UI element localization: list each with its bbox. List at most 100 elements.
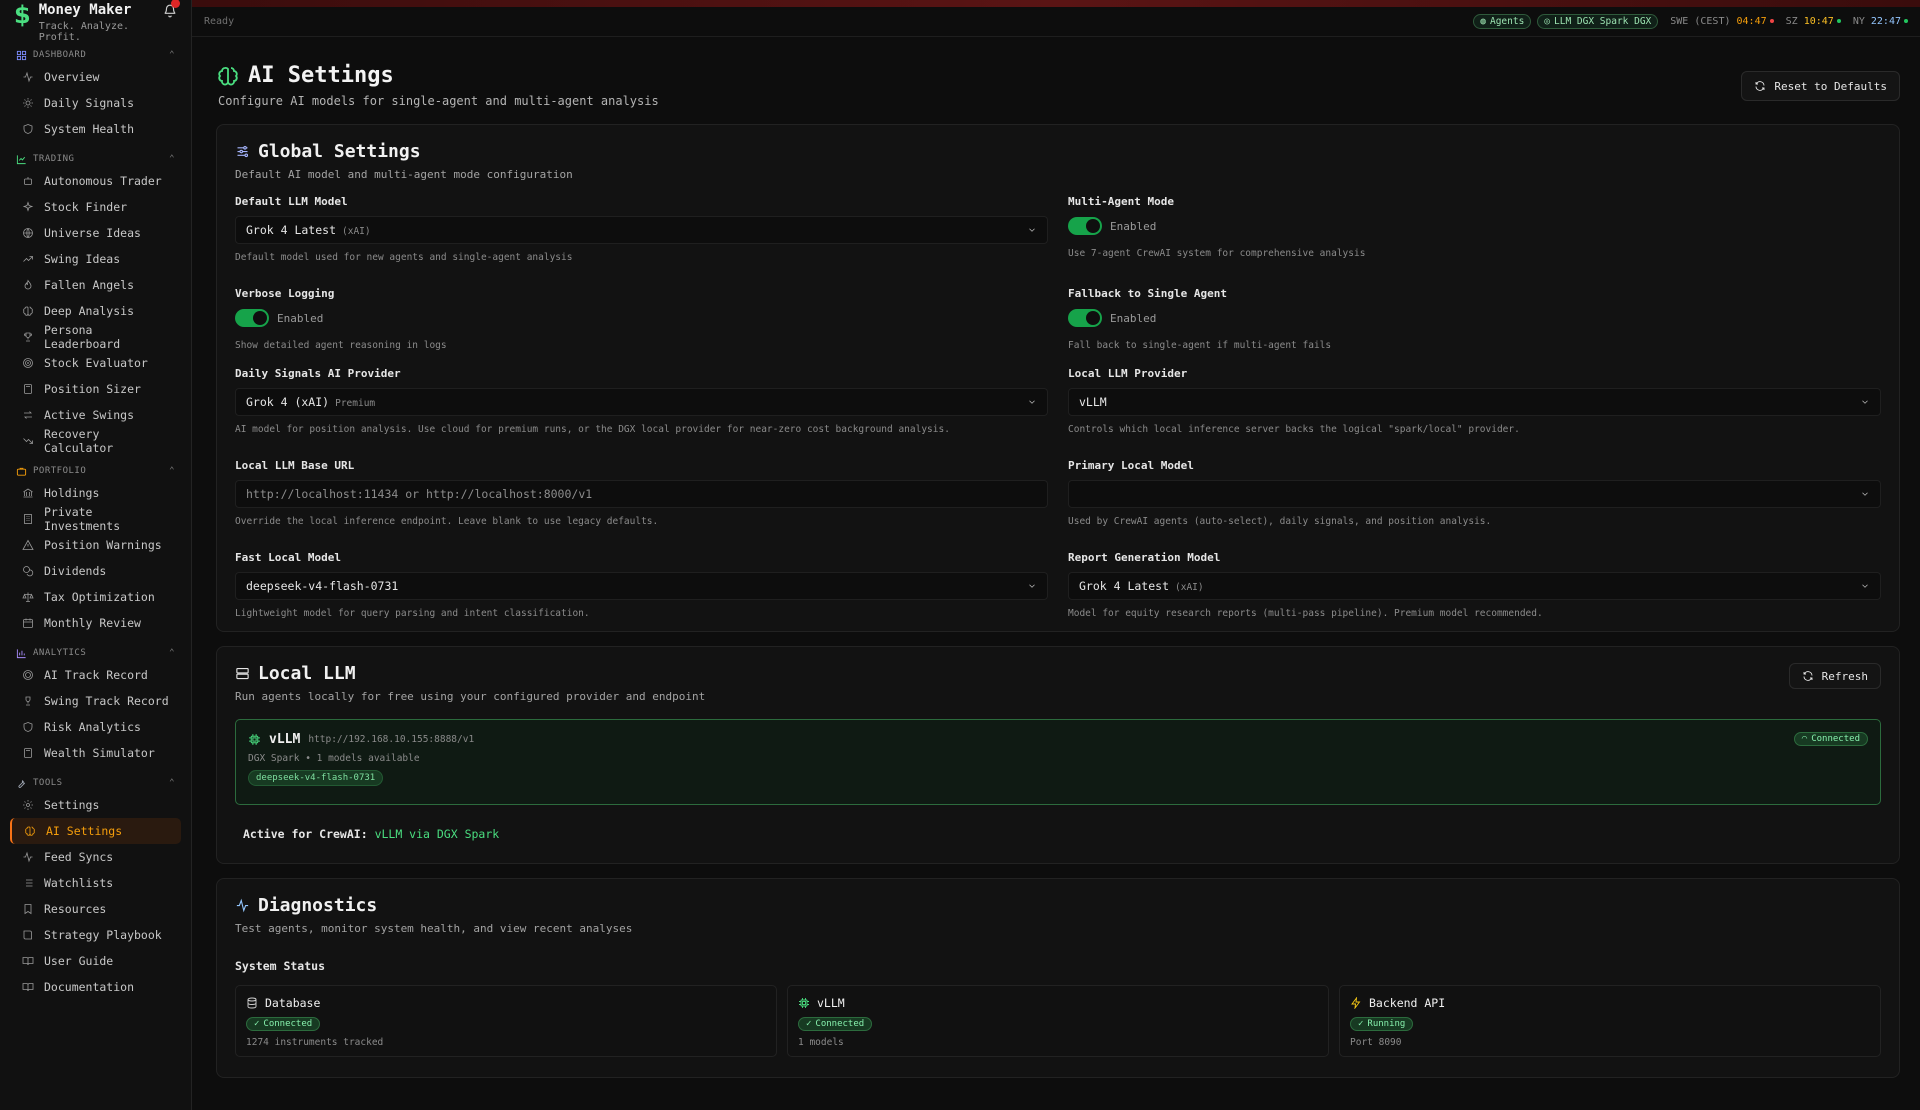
sidebar-item-ai-settings[interactable]: AI Settings xyxy=(10,818,181,844)
shield-icon xyxy=(23,722,33,732)
sidebar-item-tax-optimization[interactable]: Tax Optimization xyxy=(10,584,181,610)
status-card-backend-api: Backend API ✓ Running Port 8090 xyxy=(1339,985,1881,1057)
sidebar-item-ai-track-record[interactable]: AI Track Record xyxy=(10,662,181,688)
llm-server-box[interactable]: vLLM http://192.168.10.155:8888/v1 DGX S… xyxy=(235,719,1881,805)
sidebar-item-system-health[interactable]: System Health xyxy=(10,116,181,142)
card-name: vLLM xyxy=(817,996,845,1010)
status-badge: ✓ Running xyxy=(1350,1017,1414,1031)
verbose-field: Verbose Logging Enabled Show detailed ag… xyxy=(235,287,1048,367)
status-card-vllm: vLLM ✓ Connected 1 models xyxy=(787,985,1329,1057)
sidebar-item-swing-ideas[interactable]: Swing Ideas xyxy=(10,246,181,272)
sidebar-item-dividends[interactable]: Dividends xyxy=(10,558,181,584)
daily-provider-field: Daily Signals AI Provider Grok 4 (xAI) Pr… xyxy=(235,367,1048,459)
sidebar-item-settings[interactable]: Settings xyxy=(10,792,181,818)
activity-icon xyxy=(23,851,33,863)
daily-provider-select[interactable]: Grok 4 (xAI) Premium xyxy=(235,388,1048,416)
sidebar-item-recovery-calculator[interactable]: Recovery Calculator xyxy=(10,427,181,455)
cpu-icon xyxy=(249,734,260,745)
sidebar: $ Money Maker Track. Analyze. Profit. DA… xyxy=(0,0,192,1110)
app-name: Money Maker xyxy=(38,2,132,18)
primary-local-select[interactable] xyxy=(1068,480,1881,508)
select-sub: (xAI) xyxy=(342,226,371,237)
card-meta: Port 8090 xyxy=(1350,1037,1402,1048)
report-model-field: Report Generation Model Grok 4 Latest (xA… xyxy=(1068,551,1881,619)
fallback-field: Fallback to Single Agent Enabled Fall ba… xyxy=(1068,287,1881,367)
diagnostics-card: Diagnostics Test agents, monitor system … xyxy=(216,878,1900,1078)
fallback-toggle[interactable] xyxy=(1068,309,1102,327)
connected-badge: ◠ Connected xyxy=(1793,732,1868,746)
sidebar-item-feed-syncs[interactable]: Feed Syncs xyxy=(10,844,181,870)
llm-status-pill[interactable]: ◎ LLM DGX Spark DGX xyxy=(1537,14,1659,29)
section-header-analytics[interactable]: ANALYTICS ⌃ xyxy=(10,644,181,662)
chart-line-icon xyxy=(16,154,26,164)
sidebar-item-daily-signals[interactable]: Daily Signals xyxy=(10,90,181,116)
arrows-swap-icon xyxy=(24,411,32,419)
sidebar-item-watchlists[interactable]: Watchlists xyxy=(10,870,181,896)
sidebar-item-universe-ideas[interactable]: Universe Ideas xyxy=(10,220,181,246)
fast-local-select[interactable]: deepseek-v4-flash-0731 xyxy=(235,572,1048,600)
section-title: TOOLS xyxy=(33,778,63,788)
section-header-portfolio[interactable]: PORTFOLIO ⌃ xyxy=(10,462,181,480)
agents-pill[interactable]: ◍ Agents xyxy=(1473,14,1532,29)
brand[interactable]: $ Money Maker Track. Analyze. Profit. xyxy=(10,0,181,43)
section-header-trading[interactable]: TRADING ⌃ xyxy=(10,150,181,168)
sidebar-item-resources[interactable]: Resources xyxy=(10,896,181,922)
clock-sz: SZ 10:47 xyxy=(1786,16,1841,27)
local-provider-select[interactable]: vLLM xyxy=(1068,388,1881,416)
sidebar-item-position-warnings[interactable]: Position Warnings xyxy=(10,532,181,558)
active-value: vLLM via DGX Spark xyxy=(374,827,500,841)
wifi-icon: ◠ xyxy=(1801,734,1808,744)
nav-label: AI Settings xyxy=(46,824,123,838)
sidebar-item-strategy-playbook[interactable]: Strategy Playbook xyxy=(10,922,181,948)
sidebar-item-user-guide[interactable]: User Guide xyxy=(10,948,181,974)
section-header-tools[interactable]: TOOLS ⌃ xyxy=(10,774,181,792)
field-label: Local LLM Provider xyxy=(1068,367,1188,380)
sidebar-item-fallen-angels[interactable]: Fallen Angels xyxy=(10,272,181,298)
sidebar-item-persona-leaderboard[interactable]: Persona Leaderboard xyxy=(10,323,181,351)
nav-label: Overview xyxy=(44,70,100,84)
sidebar-item-monthly-review[interactable]: Monthly Review xyxy=(10,610,181,636)
toggle-state: Enabled xyxy=(277,311,324,325)
reset-defaults-button[interactable]: Reset to Defaults xyxy=(1741,71,1900,101)
sidebar-item-autonomous-trader[interactable]: Autonomous Trader xyxy=(10,168,181,194)
clock-label: SWE xyxy=(1670,16,1689,27)
base-url-input[interactable]: http://localhost:11434 or http://localho… xyxy=(235,480,1048,508)
sidebar-item-stock-finder[interactable]: Stock Finder xyxy=(10,194,181,220)
book-icon xyxy=(23,930,32,940)
sidebar-item-active-swings[interactable]: Active Swings xyxy=(10,402,181,428)
sidebar-item-swing-track-record[interactable]: Swing Track Record xyxy=(10,688,181,714)
default-llm-select[interactable]: Grok 4 Latest (xAI) xyxy=(235,216,1048,244)
multi-agent-toggle[interactable] xyxy=(1068,217,1102,235)
model-chip[interactable]: deepseek-v4-flash-0731 xyxy=(248,770,384,786)
sidebar-item-position-sizer[interactable]: Position Sizer xyxy=(10,376,181,402)
sidebar-item-holdings[interactable]: Holdings xyxy=(10,480,181,506)
sidebar-item-wealth-simulator[interactable]: Wealth Simulator xyxy=(10,740,181,766)
clock-label: SZ xyxy=(1785,16,1798,27)
chevron-up-icon: ⌃ xyxy=(169,778,175,788)
gear-icon xyxy=(23,800,33,810)
refresh-button[interactable]: Refresh xyxy=(1788,663,1881,689)
report-model-select[interactable]: Grok 4 Latest (xAI) xyxy=(1068,572,1881,600)
section-header-dashboard[interactable]: DASHBOARD ⌃ xyxy=(10,46,181,64)
sidebar-item-stock-evaluator[interactable]: Stock Evaluator xyxy=(10,350,181,376)
clock-time: 22:47 xyxy=(1870,16,1901,27)
sidebar-item-private-investments[interactable]: Private Investments xyxy=(10,505,181,533)
button-label: Refresh xyxy=(1821,669,1868,683)
sidebar-item-risk-analytics[interactable]: Risk Analytics xyxy=(10,714,181,740)
field-hint: Default model used for new agents and si… xyxy=(235,252,573,263)
sidebar-item-documentation[interactable]: Documentation xyxy=(10,974,181,1000)
database-icon xyxy=(247,997,257,1009)
nav-label: Settings xyxy=(44,798,100,812)
alert-triangle-icon xyxy=(22,539,34,550)
globe-icon xyxy=(23,228,33,238)
sidebar-item-overview[interactable]: Overview xyxy=(10,64,181,90)
select-value: Grok 4 Latest xyxy=(1079,579,1170,593)
bell-icon[interactable] xyxy=(163,0,180,18)
card-subtitle: Default AI model and multi-agent mode co… xyxy=(235,168,573,181)
nav-label: Monthly Review xyxy=(44,616,141,630)
sidebar-section-trading: TRADING ⌃ Autonomous Trader Stock Finder… xyxy=(10,150,181,455)
nav-label: Private Investments xyxy=(44,505,121,533)
verbose-toggle[interactable] xyxy=(235,309,269,327)
book-open-icon xyxy=(22,957,34,966)
sidebar-item-deep-analysis[interactable]: Deep Analysis xyxy=(10,298,181,324)
